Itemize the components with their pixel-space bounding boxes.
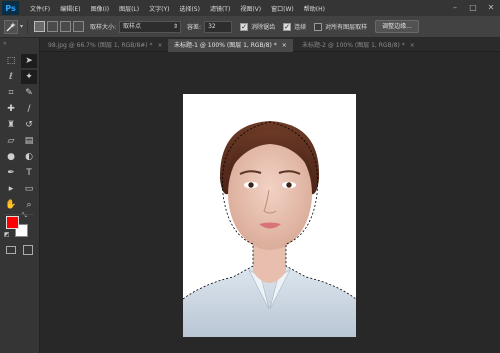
foreground-color-swatch[interactable] <box>6 216 19 229</box>
sample-size-select[interactable]: 取样点 ⇕ <box>119 20 182 33</box>
tools-panel: » ⬚ ➤ ℓ ✦ ⌗ ✎ ✚ / ♜ ↺ ▱ ▤ ● ◐ ✒ T ▸ ▭ ✋ … <box>0 38 40 353</box>
maximize-button[interactable]: □ <box>466 2 480 13</box>
move-icon[interactable]: ➤ <box>21 54 37 68</box>
shape-icon[interactable]: ▭ <box>21 182 37 196</box>
menu-edit[interactable]: 编辑(E) <box>55 4 85 13</box>
portrait-photo <box>183 121 356 337</box>
gradient-icon[interactable]: ▤ <box>21 134 37 148</box>
tolerance-input[interactable]: 32 <box>204 20 233 33</box>
eraser-icon[interactable]: ▱ <box>3 134 19 148</box>
crop-icon[interactable]: ⌗ <box>3 86 19 100</box>
add-selection-icon[interactable] <box>47 21 59 32</box>
antialias-checkbox[interactable]: ✓ <box>240 22 249 31</box>
sample-size-value: 取样点 <box>123 22 142 30</box>
menu-bar: Ps 文件(F) 编辑(E) 图像(I) 图层(L) 文字(Y) 选择(S) 滤… <box>0 0 500 16</box>
tab-close-icon[interactable]: × <box>282 42 287 49</box>
tab-close-icon[interactable]: × <box>157 42 162 49</box>
menu-filter[interactable]: 滤镜(T) <box>205 4 235 13</box>
menu-help[interactable]: 帮助(H) <box>299 4 330 13</box>
new-selection-icon[interactable] <box>34 21 46 32</box>
sample-all-layers-checkbox[interactable] <box>314 22 323 31</box>
tab-98-jpg[interactable]: 98.jpg @ 66.7% (图层 1, RGB/8#) * × <box>42 39 169 52</box>
eyedropper-icon[interactable]: ✎ <box>21 86 37 100</box>
photoshop-logo: Ps <box>2 1 19 15</box>
blur-icon[interactable]: ● <box>3 150 19 164</box>
tab-untitled-2[interactable]: 未标题-2 @ 100% (图层 1, RGB/8) * × <box>296 39 421 52</box>
quick-mask-icon[interactable] <box>6 246 16 254</box>
divider <box>4 214 34 215</box>
menu-layer[interactable]: 图层(L) <box>114 4 144 13</box>
pen-icon[interactable]: ✒ <box>3 166 19 180</box>
tab-close-icon[interactable]: × <box>410 42 415 49</box>
document-canvas[interactable] <box>183 94 356 337</box>
menu-type[interactable]: 文字(Y) <box>144 4 174 13</box>
intersect-selection-icon[interactable] <box>73 21 85 32</box>
options-bar: ▾ 取样大小: 取样点 ⇕ 容差: 32 ✓ 消除锯齿 ✓ 连续 对所有图层取样… <box>0 16 500 38</box>
magic-wand-preset-icon[interactable] <box>4 19 18 34</box>
tab-label: 98.jpg @ 66.7% (图层 1, RGB/8#) * <box>48 42 153 49</box>
sample-all-layers-label: 对所有图层取样 <box>325 24 368 31</box>
contiguous-checkbox[interactable]: ✓ <box>283 22 292 31</box>
healing-icon[interactable]: ✚ <box>3 102 19 116</box>
tab-label: 未标题-1 @ 100% (图层 1, RGB/8) * <box>174 42 277 49</box>
sample-size-label: 取样大小: <box>90 24 117 31</box>
marquee-icon[interactable]: ⬚ <box>3 54 19 68</box>
tolerance-label: 容差: <box>187 24 202 31</box>
menu-file[interactable]: 文件(F) <box>25 4 55 13</box>
zoom-icon[interactable]: ⌕ <box>21 198 37 212</box>
refine-edge-button[interactable]: 调整边缘... <box>375 20 419 33</box>
select-arrow-icon: ⇕ <box>173 22 179 30</box>
lasso-icon[interactable]: ℓ <box>3 70 19 84</box>
menu-image[interactable]: 图像(I) <box>86 4 114 13</box>
path-select-icon[interactable]: ▸ <box>3 182 19 196</box>
menu-window[interactable]: 窗口(W) <box>266 4 299 13</box>
divider <box>27 19 29 34</box>
antialias-label: 消除锯齿 <box>251 24 276 31</box>
document-tabs: 98.jpg @ 66.7% (图层 1, RGB/8#) * × 未标题-1 … <box>40 38 500 52</box>
tab-label: 未标题-2 @ 100% (图层 1, RGB/8) * <box>302 42 405 49</box>
minimize-button[interactable]: – <box>448 2 462 13</box>
brush-icon[interactable]: / <box>21 102 37 116</box>
panel-collapse-icon[interactable]: » <box>3 40 7 47</box>
menu-view[interactable]: 视图(V) <box>235 4 266 13</box>
tab-untitled-1[interactable]: 未标题-1 @ 100% (图层 1, RGB/8) * × <box>168 39 293 52</box>
magic-wand-icon[interactable]: ✦ <box>21 70 37 84</box>
hand-icon[interactable]: ✋ <box>3 198 19 212</box>
default-colors-icon[interactable]: ◩ <box>4 231 10 238</box>
contiguous-label: 连续 <box>294 24 307 31</box>
screen-mode-icon[interactable] <box>23 245 33 255</box>
subtract-selection-icon[interactable] <box>60 21 72 32</box>
close-window-button[interactable]: ✕ <box>484 2 498 13</box>
dodge-icon[interactable]: ◐ <box>21 150 37 164</box>
menu-select[interactable]: 选择(S) <box>174 4 205 13</box>
type-icon[interactable]: T <box>21 166 37 180</box>
history-brush-icon[interactable]: ↺ <box>21 118 37 132</box>
preset-dropdown-icon[interactable]: ▾ <box>20 23 23 30</box>
swap-colors-icon[interactable]: ⤡ <box>22 212 27 220</box>
stamp-icon[interactable]: ♜ <box>3 118 19 132</box>
